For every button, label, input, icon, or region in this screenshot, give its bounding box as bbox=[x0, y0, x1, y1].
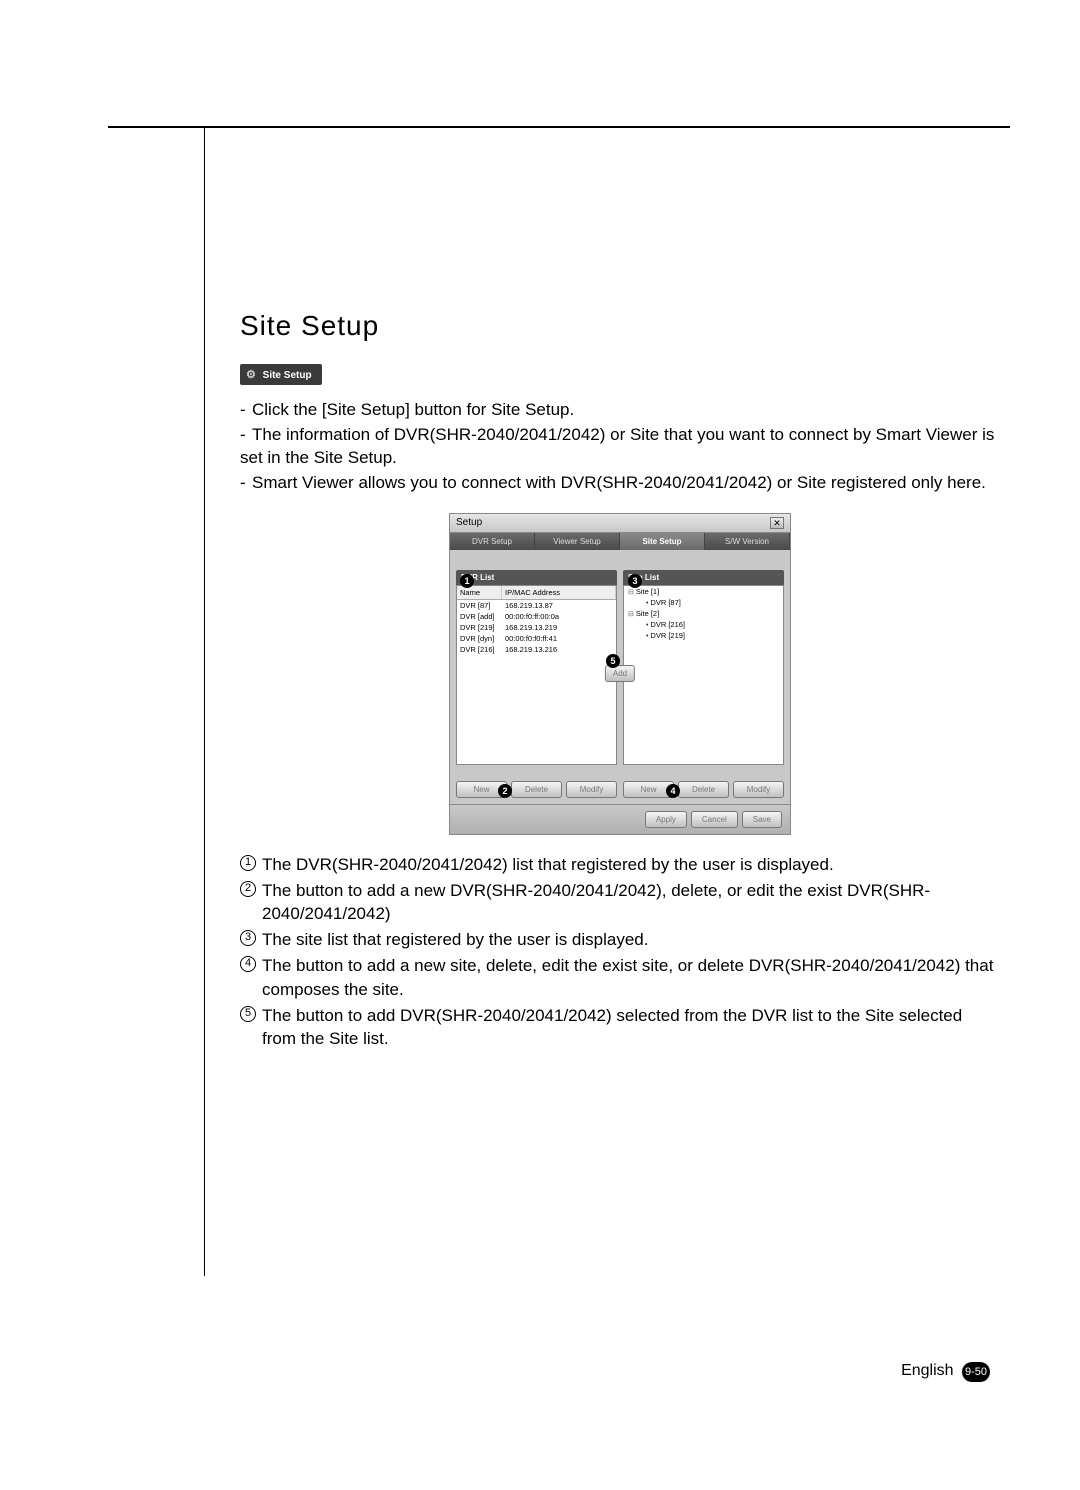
col-name: Name bbox=[457, 586, 502, 599]
tree-node[interactable]: Site [1] bbox=[624, 586, 783, 597]
callout-2: 2 bbox=[498, 784, 512, 798]
apply-button[interactable]: Apply bbox=[645, 811, 687, 828]
dvr-delete-button[interactable]: Delete bbox=[511, 781, 562, 798]
dvr-modify-button[interactable]: Modify bbox=[566, 781, 617, 798]
explanation-text: The button to add a new site, delete, ed… bbox=[262, 956, 993, 999]
dialog-titlebar: Setup ✕ bbox=[450, 514, 790, 533]
site-list-buttons: New Delete Modify bbox=[623, 781, 784, 798]
explanation-text: The button to add DVR(SHR-2040/2041/2042… bbox=[262, 1006, 962, 1049]
table-row: DVR [216]168.219.13.216 bbox=[457, 644, 616, 655]
dialog-tabs: DVR Setup Viewer Setup Site Setup S/W Ve… bbox=[450, 533, 790, 550]
col-addr: IP/MAC Address bbox=[502, 586, 616, 599]
dvr-list-panel: DVR List Name IP/MAC Address DVR [87]168… bbox=[456, 556, 617, 798]
dvr-list-buttons: New Delete Modify bbox=[456, 781, 617, 798]
callout-4: 4 bbox=[666, 784, 680, 798]
setup-dialog: Setup ✕ DVR Setup Viewer Setup Site Setu… bbox=[449, 513, 791, 835]
table-row: DVR [219]168.219.13.219 bbox=[457, 622, 616, 633]
explanation-text: The button to add a new DVR(SHR-2040/204… bbox=[262, 881, 930, 924]
site-list-panel: Site List Site [1] DVR [87] Site [2] DVR… bbox=[623, 556, 784, 798]
site-setup-button-label: Site Setup bbox=[263, 370, 312, 381]
table-row: DVR [dyn]00:00:f0:f0:ff:41 bbox=[457, 633, 616, 644]
page-number: 9-50 bbox=[962, 1362, 990, 1382]
site-list-title: Site List bbox=[623, 570, 784, 585]
bullet-text: The information of DVR(SHR-2040/2041/204… bbox=[240, 425, 994, 467]
tree-node[interactable]: Site [2] bbox=[624, 608, 783, 619]
site-delete-button[interactable]: Delete bbox=[678, 781, 729, 798]
tab-sw-version[interactable]: S/W Version bbox=[705, 533, 790, 550]
dialog-body: 1 2 3 4 5 Add DVR List Name IP/MAC Addre… bbox=[450, 550, 790, 804]
vertical-rule bbox=[204, 126, 205, 1276]
cancel-button[interactable]: Cancel bbox=[691, 811, 738, 828]
page-title: Site Setup bbox=[240, 310, 1000, 342]
tab-site-setup[interactable]: Site Setup bbox=[620, 533, 705, 550]
tab-viewer-setup[interactable]: Viewer Setup bbox=[535, 533, 620, 550]
bullet-text: Click the [Site Setup] button for Site S… bbox=[252, 400, 574, 419]
save-button[interactable]: Save bbox=[742, 811, 782, 828]
site-setup-button[interactable]: Site Setup bbox=[240, 364, 322, 385]
explanation-text: The DVR(SHR-2040/2041/2042) list that re… bbox=[262, 855, 834, 874]
callout-5: 5 bbox=[606, 654, 620, 668]
tree-leaf[interactable]: DVR [216] bbox=[624, 619, 783, 630]
explanation-list: 1The DVR(SHR-2040/2041/2042) list that r… bbox=[240, 853, 1000, 1051]
table-row: DVR [87]168.219.13.87 bbox=[457, 600, 616, 611]
tab-dvr-setup[interactable]: DVR Setup bbox=[450, 533, 535, 550]
dialog-footer: Apply Cancel Save bbox=[450, 804, 790, 834]
explanation-text: The site list that registered by the use… bbox=[262, 930, 648, 949]
intro-paragraph: -Click the [Site Setup] button for Site … bbox=[240, 399, 1000, 495]
dvr-list-box[interactable]: Name IP/MAC Address DVR [87]168.219.13.8… bbox=[456, 585, 617, 765]
footer-lang: English bbox=[901, 1362, 953, 1379]
site-list-box[interactable]: Site [1] DVR [87] Site [2] DVR [216] DVR… bbox=[623, 585, 784, 765]
tree-leaf[interactable]: DVR [87] bbox=[624, 597, 783, 608]
table-row: DVR [add]00:00:f0:ff:00:0a bbox=[457, 611, 616, 622]
bullet-text: Smart Viewer allows you to connect with … bbox=[252, 473, 986, 492]
tree-leaf[interactable]: DVR [219] bbox=[624, 630, 783, 641]
callout-1: 1 bbox=[460, 574, 474, 588]
top-rule bbox=[108, 126, 1010, 128]
close-icon[interactable]: ✕ bbox=[770, 517, 784, 529]
site-modify-button[interactable]: Modify bbox=[733, 781, 784, 798]
page-footer: English 9-50 bbox=[901, 1362, 990, 1382]
dialog-title: Setup bbox=[456, 517, 482, 528]
dvr-list-title: DVR List bbox=[456, 570, 617, 585]
callout-3: 3 bbox=[628, 574, 642, 588]
main-content: Site Setup Site Setup -Click the [Site S… bbox=[240, 310, 1000, 1053]
